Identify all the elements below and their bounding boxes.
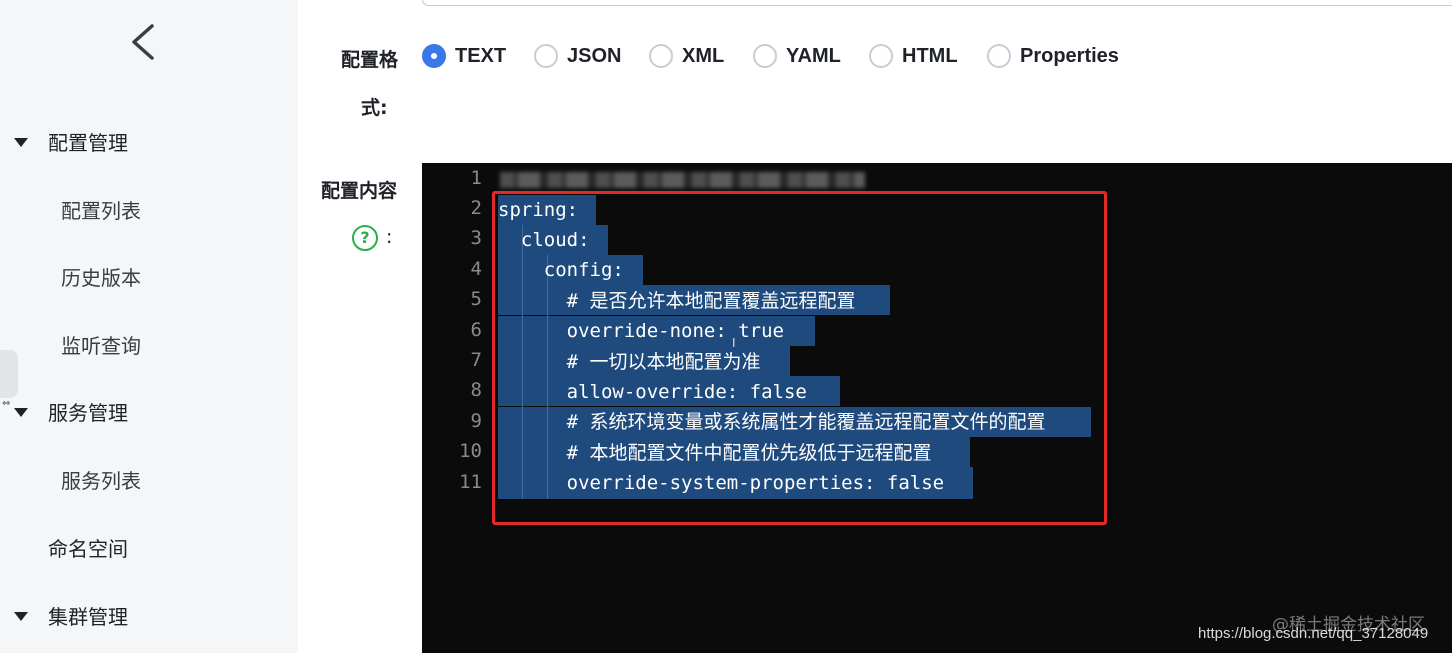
chevron-left-icon[interactable] xyxy=(124,20,164,64)
radio-label: HTML xyxy=(902,44,958,67)
line-number: 8 xyxy=(470,379,482,401)
caret-down-icon xyxy=(14,408,28,417)
line-number: 4 xyxy=(470,258,482,280)
line-number: 11 xyxy=(459,471,482,493)
previous-field-input[interactable] xyxy=(422,0,1452,6)
caret-down-icon xyxy=(14,612,28,621)
radio-circle xyxy=(753,44,777,68)
radio-label: XML xyxy=(682,44,725,67)
resize-arrows-icon: ⇔ xyxy=(2,398,11,409)
radio-label: Properties xyxy=(1020,44,1119,67)
line-number: 6 xyxy=(470,319,482,341)
radio-label: YAML xyxy=(786,44,841,67)
line-number: 3 xyxy=(470,227,482,249)
sidebar-item-service-list[interactable]: 服务列表 xyxy=(61,469,141,493)
radio-circle xyxy=(534,44,558,68)
caret-down-icon xyxy=(14,138,28,147)
format-radio-json[interactable]: JSON xyxy=(534,42,621,70)
radio-circle xyxy=(869,44,893,68)
question-circle-icon[interactable]: ? xyxy=(352,225,378,251)
config-editor-page: 配置管理 配置列表 历史版本 监听查询 ⇔ 服务管理 服务列表 命名空间 集群管… xyxy=(0,0,1452,653)
nav-group-label: 服务管理 xyxy=(48,401,128,425)
sidebar-item-config-list[interactable]: 配置列表 xyxy=(61,199,141,223)
content-label: 配置内容 xyxy=(321,180,398,202)
sidebar-item-listener-query[interactable]: 监听查询 xyxy=(61,334,141,358)
sidebar-item-history[interactable]: 历史版本 xyxy=(61,266,141,290)
sidebar-item-namespace[interactable]: 命名空间 xyxy=(48,537,128,561)
radio-label: TEXT xyxy=(455,44,507,67)
line-number: 2 xyxy=(470,197,482,219)
format-radio-yaml[interactable]: YAML xyxy=(753,42,841,70)
line-number: 1 xyxy=(470,167,482,189)
format-label: 配置格 xyxy=(341,49,399,71)
format-radio-xml[interactable]: XML xyxy=(649,42,724,70)
format-radio-html[interactable]: HTML xyxy=(869,42,958,70)
line-number: 9 xyxy=(470,410,482,432)
radio-circle xyxy=(649,44,673,68)
sidebar: 配置管理 配置列表 历史版本 监听查询 ⇔ 服务管理 服务列表 命名空间 集群管… xyxy=(0,0,298,653)
line-number: 10 xyxy=(459,440,482,462)
watermark-url: https://blog.csdn.net/qq_37128049 xyxy=(1198,625,1429,642)
radio-circle xyxy=(987,44,1011,68)
annotation-highlight-box xyxy=(492,191,1107,525)
format-radio-properties[interactable]: Properties xyxy=(987,42,1119,70)
nav-group-label: 配置管理 xyxy=(48,131,128,155)
help-colon: : xyxy=(386,226,393,248)
radio-label: JSON xyxy=(567,44,622,67)
radio-circle xyxy=(422,44,446,68)
sidebar-drag-handle[interactable] xyxy=(0,350,18,398)
format-radio-text[interactable]: TEXT xyxy=(422,42,506,70)
format-label-cont: 式: xyxy=(361,97,388,119)
blurred-code-line xyxy=(500,172,865,188)
nav-group-label: 集群管理 xyxy=(48,605,128,629)
line-number: 7 xyxy=(470,349,482,371)
line-number: 5 xyxy=(470,288,482,310)
